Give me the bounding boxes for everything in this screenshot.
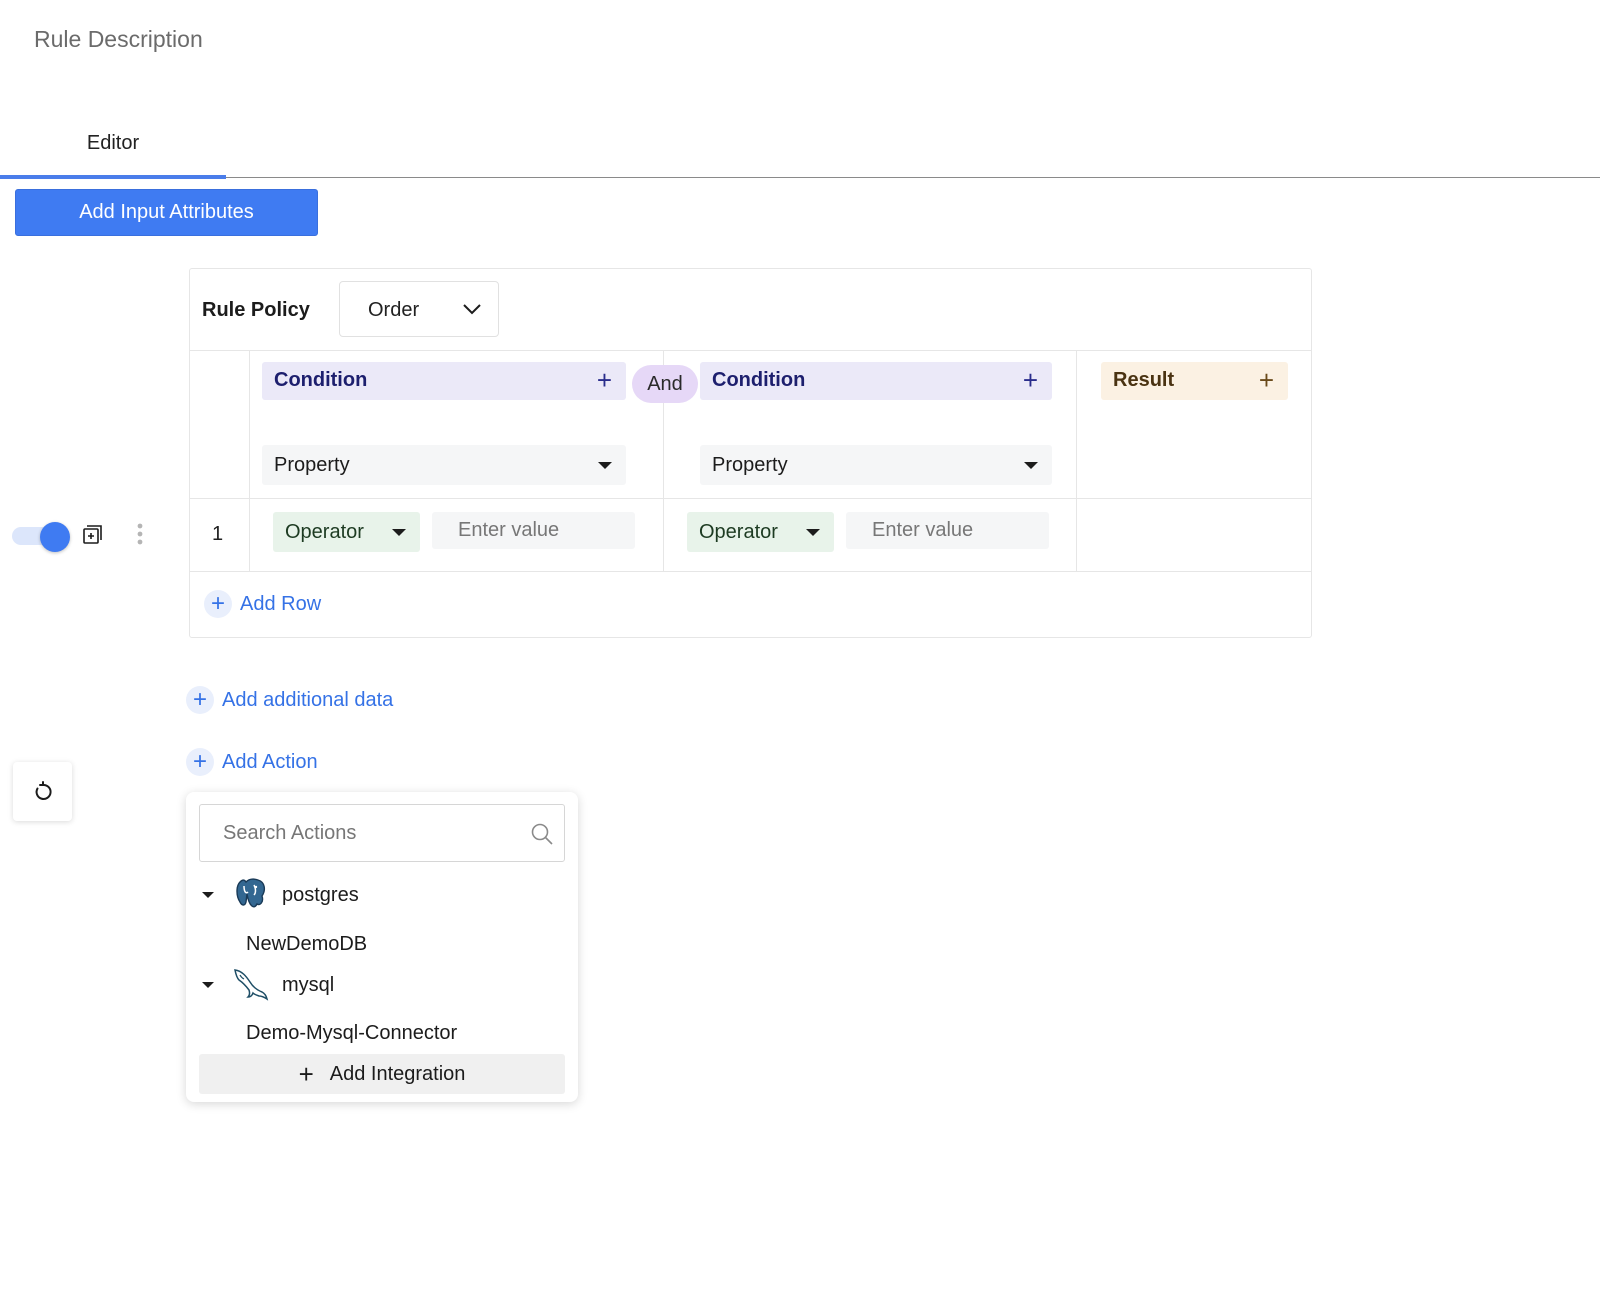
toggle-knob xyxy=(40,522,70,552)
condition-column-header: Condition + xyxy=(700,362,1052,400)
operator-value: Operator xyxy=(699,521,778,543)
postgres-elephant-icon xyxy=(236,878,266,908)
divider xyxy=(249,350,250,571)
property-value: Property xyxy=(712,454,788,476)
add-input-attributes-button[interactable]: Add Input Attributes xyxy=(15,189,318,236)
property-select[interactable]: Property xyxy=(700,445,1052,485)
divider xyxy=(190,350,1311,351)
tree-item-demo-mysql-connector[interactable]: Demo-Mysql-Connector xyxy=(246,1022,457,1045)
caret-down-icon xyxy=(1024,462,1038,469)
search-actions-box xyxy=(199,804,565,862)
group-name: mysql xyxy=(282,973,335,996)
condition-value-input[interactable] xyxy=(846,512,1049,549)
caret-down-icon[interactable] xyxy=(202,892,214,898)
add-additional-data-button[interactable]: + Add additional data xyxy=(186,686,393,714)
row-number: 1 xyxy=(212,523,224,545)
add-condition-button[interactable]: + xyxy=(1023,365,1038,395)
operator-select[interactable]: Operator xyxy=(273,512,420,552)
rule-table: Rule Policy Order Condition + And Condit… xyxy=(189,268,1312,638)
caret-down-icon[interactable] xyxy=(202,982,214,988)
add-integration-button[interactable]: + Add Integration xyxy=(199,1054,565,1094)
tree-group-postgres[interactable]: postgres xyxy=(199,876,359,914)
condition-column-header: Condition + xyxy=(262,362,626,400)
tree-group-mysql[interactable]: mysql xyxy=(199,966,334,1004)
property-value: Property xyxy=(274,454,350,476)
undo-history-button[interactable] xyxy=(13,762,72,821)
refresh-icon xyxy=(35,780,52,800)
plus-icon: + xyxy=(186,686,214,714)
row-more-menu-icon[interactable] xyxy=(130,521,150,549)
add-additional-data-label: Add additional data xyxy=(222,688,394,711)
actions-dropdown: postgres NewDemoDB mysql Demo-Mysql-Conn… xyxy=(186,792,578,1102)
add-result-button[interactable]: + xyxy=(1259,365,1274,395)
plus-icon: + xyxy=(298,1059,314,1089)
caret-down-icon xyxy=(806,529,820,536)
chevron-down-icon xyxy=(463,304,481,315)
add-integration-label: Add Integration xyxy=(329,1062,466,1085)
add-row-label: Add Row xyxy=(240,592,322,615)
duplicate-row-icon[interactable] xyxy=(80,523,104,547)
divider xyxy=(190,498,1311,499)
and-connector[interactable]: And xyxy=(632,365,698,403)
group-name: postgres xyxy=(282,883,359,906)
add-action-button[interactable]: + Add Action xyxy=(186,748,318,776)
active-tab-indicator xyxy=(0,175,226,179)
search-actions-input[interactable] xyxy=(200,805,520,861)
operator-value: Operator xyxy=(285,521,364,543)
plus-icon: + xyxy=(186,748,214,776)
condition-value-input[interactable] xyxy=(432,512,635,549)
rule-description[interactable]: Rule Description xyxy=(34,26,203,53)
operator-select[interactable]: Operator xyxy=(687,512,834,552)
property-select[interactable]: Property xyxy=(262,445,626,485)
caret-down-icon xyxy=(392,529,406,536)
mysql-dolphin-icon xyxy=(234,969,269,1001)
tab-bar: Editor xyxy=(0,120,1600,179)
tree-item-newdemodb[interactable]: NewDemoDB xyxy=(246,933,367,956)
plus-icon: + xyxy=(204,590,232,618)
result-label: Result xyxy=(1113,369,1175,391)
search-icon xyxy=(531,823,553,845)
caret-down-icon xyxy=(598,462,612,469)
add-action-label: Add Action xyxy=(222,750,318,773)
add-condition-button[interactable]: + xyxy=(597,365,612,395)
divider xyxy=(190,571,1311,572)
row-enable-toggle[interactable] xyxy=(12,522,70,552)
add-row-button[interactable]: + Add Row xyxy=(204,590,321,618)
condition-label: Condition xyxy=(712,369,806,391)
result-column-header: Result + xyxy=(1101,362,1288,400)
rule-policy-value: Order xyxy=(368,299,420,321)
tab-editor[interactable]: Editor xyxy=(0,120,226,178)
rule-policy-label: Rule Policy xyxy=(202,299,310,321)
condition-label: Condition xyxy=(274,369,368,391)
rule-policy-select[interactable]: Order xyxy=(339,281,499,337)
divider xyxy=(1076,350,1077,571)
